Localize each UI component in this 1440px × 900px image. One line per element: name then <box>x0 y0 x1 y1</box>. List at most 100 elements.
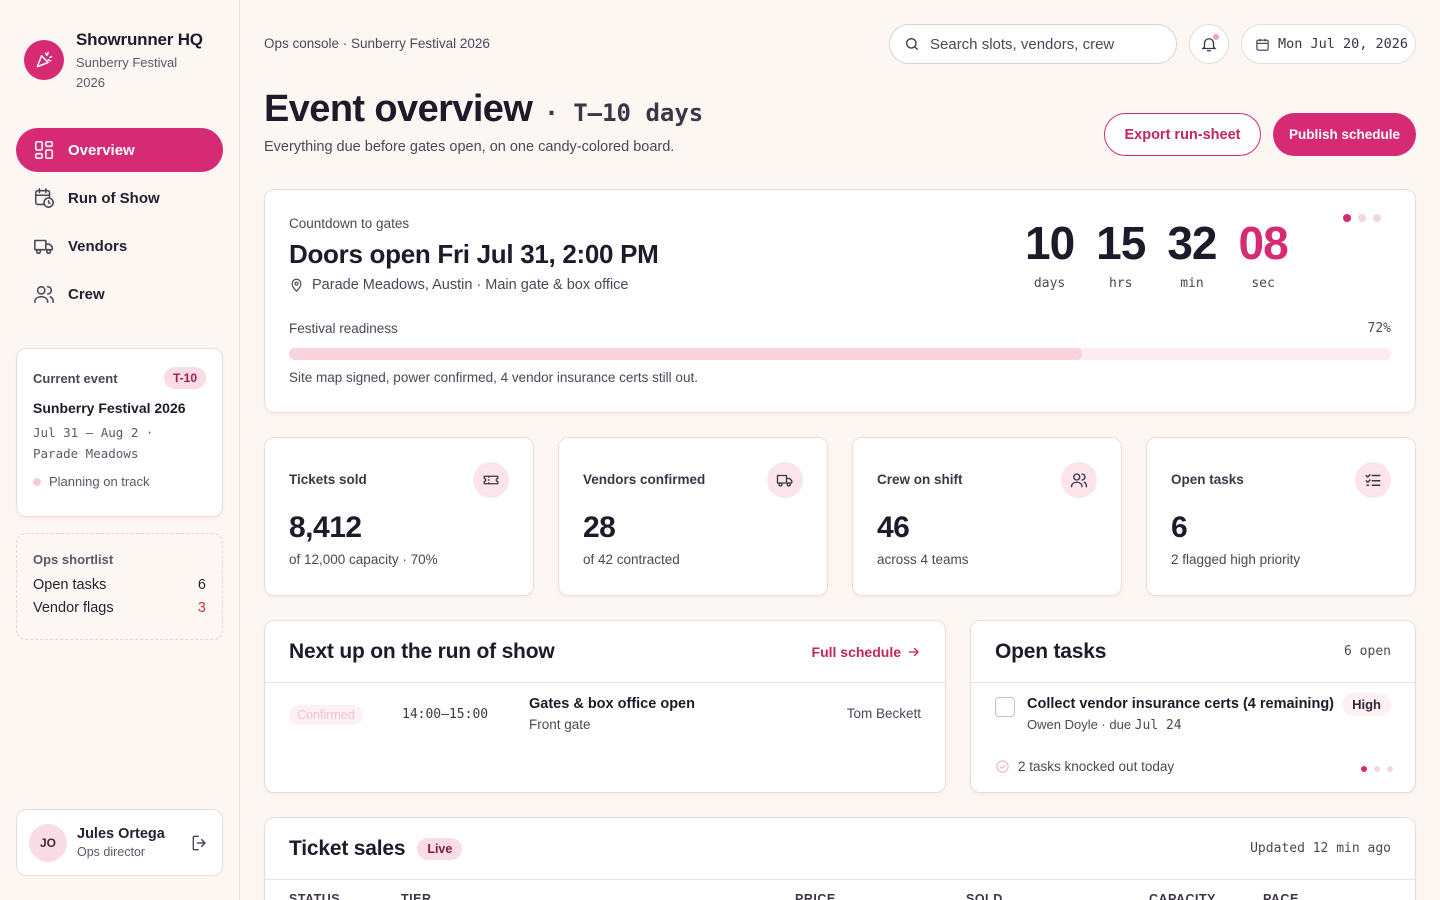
stat-label: Tickets sold <box>289 472 367 487</box>
shortlist-value: 6 <box>197 577 206 593</box>
run-of-show-card: Next up on the run of show Full schedule… <box>264 620 946 793</box>
current-event-dates: Jul 31 – Aug 2 · <box>33 425 154 440</box>
pager-dot[interactable] <box>1358 214 1366 222</box>
stat-card-open-tasks[interactable]: Open tasks 6 2 flagged high priority <box>1146 437 1416 596</box>
logout-icon[interactable] <box>190 833 210 853</box>
open-tasks-title: Open tasks <box>995 639 1107 663</box>
timer-minutes: 32 min <box>1167 217 1217 291</box>
table-row[interactable]: Confirmed 14:00–15:00 Gates & box office… <box>265 683 945 749</box>
tasks-footer-text: 2 tasks knocked out today <box>1018 759 1175 774</box>
stat-sub: of 12,000 capacity · 70% <box>289 552 438 567</box>
search-box[interactable] <box>889 24 1177 64</box>
shortlist-row-vendor-flags[interactable]: Vendor flags 3 <box>33 600 206 616</box>
sidebar-item-vendors[interactable]: Vendors <box>16 224 223 268</box>
tasks-pager[interactable] <box>1361 766 1393 772</box>
pager-dot[interactable] <box>1387 766 1393 772</box>
users-icon <box>34 285 54 304</box>
ticket-icon <box>473 462 509 498</box>
column-header-price[interactable]: PRICE <box>795 892 836 900</box>
search-icon <box>906 38 918 50</box>
pager-dot[interactable] <box>1361 766 1367 772</box>
page-subtitle: Everything due before gates open, on one… <box>264 139 675 155</box>
full-schedule-link[interactable]: Full schedule <box>812 644 921 660</box>
calendar-icon <box>1256 38 1269 51</box>
sidebar-item-crew[interactable]: Crew <box>16 272 223 316</box>
timer-hours-value: 15 <box>1096 217 1146 269</box>
avatar: JO <box>29 823 67 862</box>
pager-dot[interactable] <box>1373 214 1381 222</box>
countdown-timer: 10 days 15 hrs 32 min 08 sec <box>1025 218 1310 291</box>
notification-dot <box>1213 34 1219 40</box>
stat-sub: 2 flagged high priority <box>1171 552 1301 567</box>
updated-timestamp: Updated 12 min ago <box>1250 841 1391 856</box>
column-header-tier[interactable]: TIER <box>401 892 431 900</box>
ticket-sales-card: Ticket sales Live Updated 12 min ago STA… <box>264 817 1416 900</box>
timer-seconds-value: 08 <box>1238 217 1289 269</box>
user-role: Ops director <box>77 845 146 859</box>
readiness-percent: 72% <box>1367 321 1391 336</box>
current-event-name: Sunberry Festival 2026 <box>33 400 186 416</box>
timer-hours: 15 hrs <box>1096 217 1146 291</box>
brand-subtitle: Sunberry Festival 2026 <box>76 55 178 90</box>
timer-minutes-value: 32 <box>1167 217 1217 269</box>
stat-sub: across 4 teams <box>877 552 969 567</box>
pager-dot[interactable] <box>1343 214 1351 222</box>
notifications-button[interactable] <box>1189 24 1229 64</box>
export-run-sheet-button[interactable]: Export run-sheet <box>1104 113 1261 156</box>
stat-label: Open tasks <box>1171 472 1244 487</box>
stat-label: Crew on shift <box>877 472 963 487</box>
timer-days-label: days <box>1033 276 1066 291</box>
stat-card-crew[interactable]: Crew on shift 46 across 4 teams <box>852 437 1122 596</box>
countdown-label: Countdown to gates <box>289 216 410 231</box>
timer-days: 10 days <box>1025 218 1075 291</box>
current-event-venue: Parade Meadows <box>33 446 139 461</box>
timer-seconds: 08 sec <box>1238 217 1289 291</box>
checklist-icon <box>1355 462 1391 498</box>
column-header-pace[interactable]: PACE <box>1263 892 1299 900</box>
timer-minutes-label: min <box>1180 276 1204 291</box>
pager-dot[interactable] <box>1374 766 1380 772</box>
publish-schedule-button[interactable]: Publish schedule <box>1273 113 1416 156</box>
user-card[interactable]: JO Jules Ortega Ops director <box>16 809 223 876</box>
sidebar-item-label: Overview <box>68 141 135 159</box>
column-header-status[interactable]: STATUS <box>289 892 340 900</box>
ops-shortlist-title: Ops shortlist <box>33 552 114 567</box>
stat-card-vendors[interactable]: Vendors confirmed 28 of 42 contracted <box>558 437 828 596</box>
task-owner: Owen Doyle · due <box>1027 717 1135 732</box>
task-checkbox[interactable] <box>995 697 1015 717</box>
column-header-capacity[interactable]: CAPACITY <box>1149 892 1216 900</box>
calendar-clock-icon <box>34 188 54 208</box>
sidebar-item-run-of-show[interactable]: Run of Show <box>16 176 223 220</box>
sidebar-item-overview[interactable]: Overview <box>16 128 223 172</box>
countdown-pager[interactable] <box>1343 214 1381 222</box>
current-event-card[interactable]: Current event T-10 Sunberry Festival 202… <box>16 348 223 517</box>
slot-title: Gates & box office open <box>529 696 695 712</box>
stat-value: 8,412 <box>289 511 362 544</box>
sidebar: Showrunner HQ Sunberry Festival 2026 Ove… <box>0 0 240 900</box>
date-picker[interactable]: Mon Jul 20, 2026 <box>1241 24 1416 64</box>
search-input[interactable] <box>930 35 1160 53</box>
list-item[interactable]: Collect vendor insurance certs (4 remain… <box>971 683 1415 743</box>
sidebar-item-label: Crew <box>68 285 105 303</box>
location-text: Parade Meadows, Austin · Main gate & box… <box>312 277 629 293</box>
brand-title: Showrunner HQ <box>76 30 203 49</box>
slot-time: 14:00–15:00 <box>402 707 489 722</box>
user-name: Jules Ortega <box>77 826 165 842</box>
column-header-sold[interactable]: SOLD <box>966 892 1003 900</box>
shortlist-row-open-tasks[interactable]: Open tasks 6 <box>33 577 206 593</box>
stat-value: 28 <box>583 511 616 544</box>
stat-value: 46 <box>877 511 910 544</box>
current-event-status: Planning on track <box>49 474 150 489</box>
full-schedule-label: Full schedule <box>811 643 901 660</box>
check-circle-icon <box>996 760 1009 773</box>
ticket-sales-title: Ticket sales <box>289 836 406 860</box>
shortlist-label: Open tasks <box>33 577 107 593</box>
users-icon <box>1061 462 1097 498</box>
page-header: Event overview · T–10 days <box>264 88 703 131</box>
sidebar-nav: Overview Run of Show Vendors Crew <box>16 128 223 320</box>
stat-card-tickets[interactable]: Tickets sold 8,412 of 12,000 capacity · … <box>264 437 534 596</box>
readiness-label: Festival readiness <box>289 321 398 336</box>
countdown-card: Countdown to gates Doors open Fri Jul 31… <box>264 189 1416 413</box>
brand[interactable]: Showrunner HQ Sunberry Festival 2026 <box>24 30 203 93</box>
tasks-footer: 2 tasks knocked out today <box>995 759 1174 774</box>
